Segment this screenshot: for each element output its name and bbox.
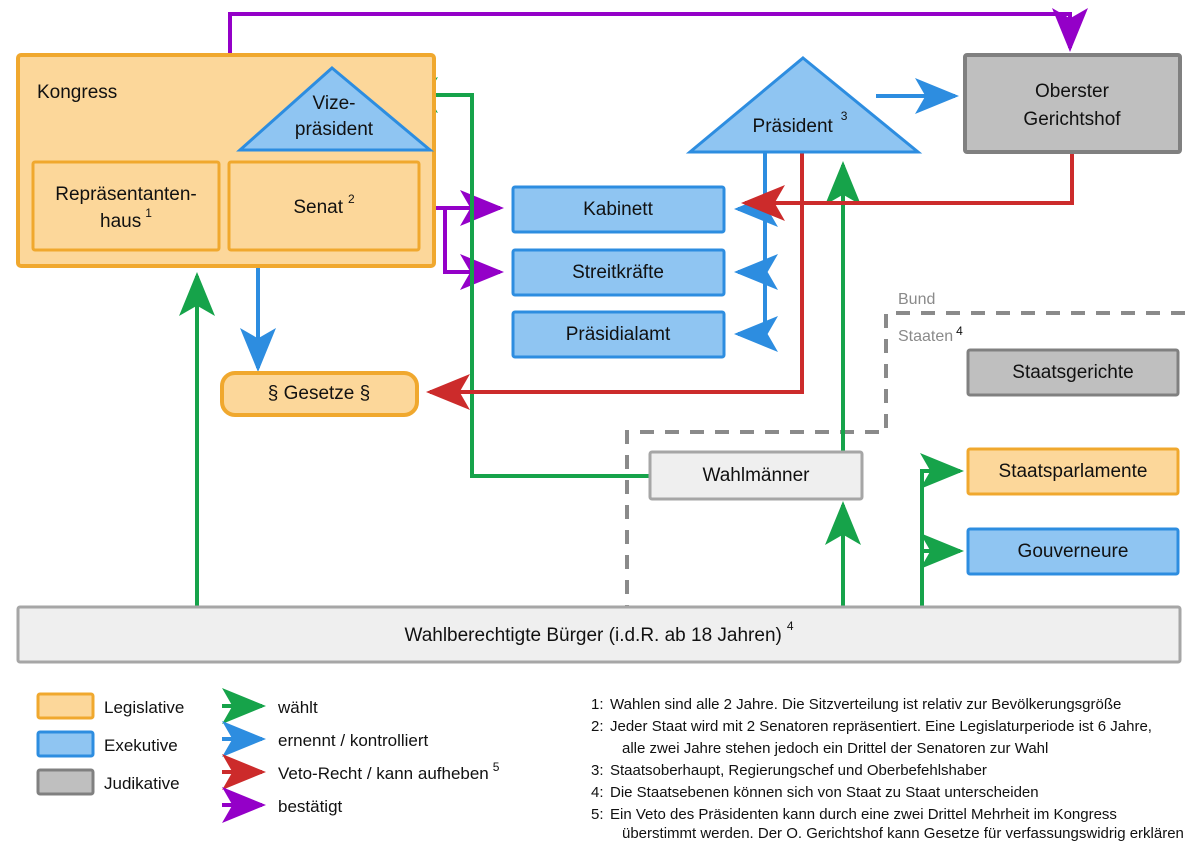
node-gesetze[interactable]: § Gesetze § (220, 371, 419, 417)
footnote-2-line-1: Jeder Staat wird mit 2 Senatoren repräse… (610, 718, 1152, 735)
node-gesetze-label: § Gesetze § (268, 383, 370, 404)
node-oberster-gerichtshof-label-2: Gerichtshof (1023, 109, 1121, 130)
legend-label-bestaetigt: bestätigt (278, 797, 343, 816)
footnote-2-line-2: alle zwei Jahre stehen jedoch ein Dritte… (622, 740, 1048, 757)
svg-text:Staaten4: Staaten 4 (898, 324, 963, 345)
node-gouverneure-label: Gouverneure (1018, 541, 1129, 562)
node-kabinett-label: Kabinett (583, 199, 653, 220)
government-structure-diagram: Bund Staaten4 Kongress Vize- präsident (16, 8, 1185, 842)
node-repraesentantenhaus-label-1: Repräsentanten- (55, 184, 197, 205)
node-repraesentantenhaus-sup: 1 (145, 206, 152, 220)
footnote-5: 5: Ein Veto des Präsidenten kann durch e… (591, 806, 1184, 842)
connector-citizens-to-state-parliaments (920, 453, 964, 608)
legend-item-waehlt: wählt (222, 688, 318, 724)
node-oberster-gerichtshof[interactable]: Oberster Gerichtshof (963, 53, 1182, 154)
node-senat-sup: 2 (348, 192, 355, 206)
node-senat[interactable]: Senat 2 (227, 160, 421, 252)
footnote-2: 2: Jeder Staat wird mit 2 Senatoren repr… (591, 718, 1152, 757)
legend-label-ernennt-kontrolliert: ernennt / kontrolliert (278, 731, 429, 750)
legend-label-veto-recht: Veto-Recht / kann aufheben (278, 764, 489, 783)
footnotes: 1: Wahlen sind alle 2 Jahre. Die Sitzver… (591, 696, 1184, 842)
legend-branches: Legislative Exekutive Judikative (36, 692, 184, 796)
boundary-label-staaten: Staaten (898, 328, 953, 345)
node-praesident-label: Präsident (753, 116, 834, 137)
legend-item-exekutive: Exekutive (36, 730, 178, 758)
node-vizepraesident-label-2: präsident (295, 119, 374, 140)
legend-item-judikative: Judikative (36, 768, 180, 796)
footnote-5-line-1: Ein Veto des Präsidenten kann durch eine… (610, 806, 1117, 823)
footnote-5-num: 5: (591, 806, 604, 823)
node-streitkraefte[interactable]: Streitkräfte (511, 248, 726, 297)
node-repraesentantenhaus-label-2: haus (100, 211, 141, 232)
node-wahlmaenner[interactable]: Wahlmänner (648, 450, 864, 501)
footnote-3: 3: Staatsoberhaupt, Regierungschef und O… (591, 762, 987, 779)
footnote-1-line-1: Wahlen sind alle 2 Jahre. Die Sitzvertei… (610, 696, 1121, 713)
connector-kongress-to-supreme-court (228, 8, 1088, 55)
legend-item-legislative: Legislative (36, 692, 184, 720)
node-repraesentantenhaus[interactable]: Repräsentanten- haus 1 (31, 160, 221, 252)
footnote-2-num: 2: (591, 718, 604, 735)
footnote-1: 1: Wahlen sind alle 2 Jahre. Die Sitzver… (591, 696, 1121, 713)
node-staatsgerichte-label: Staatsgerichte (1012, 362, 1133, 383)
footnote-1-num: 1: (591, 696, 604, 713)
legend-relations: wählt ernennt / kontrolliert Veto-Recht … (222, 688, 500, 823)
node-buerger-label: Wahlberechtigte Bürger (i.d.R. ab 18 Jah… (404, 625, 781, 646)
node-wahlmaenner-label: Wahlmänner (702, 465, 810, 486)
node-staatsparlamente-label: Staatsparlamente (999, 461, 1148, 482)
node-praesident-sup: 3 (841, 109, 848, 123)
node-kongress-label: Kongress (37, 82, 117, 103)
connector-president-to-executive-office (734, 272, 778, 352)
node-praesident[interactable]: Präsident 3 (685, 56, 923, 154)
connector-supreme-court-veto-to-cabinet (741, 152, 1074, 221)
node-senat-label: Senat (293, 197, 343, 218)
boundary-label-bund: Bund (898, 291, 935, 308)
node-buerger-sup: 4 (787, 619, 794, 633)
footnote-4-num: 4: (591, 784, 604, 801)
node-vizepraesident-label-1: Vize- (313, 93, 356, 114)
footnote-4: 4: Die Staatsebenen können sich von Staa… (591, 784, 1039, 801)
legend-label-waehlt: wählt (277, 698, 318, 717)
node-oberster-gerichtshof-label-1: Oberster (1035, 81, 1110, 102)
boundary-label-staaten-sup: 4 (956, 324, 963, 338)
node-praesidialamt-label: Präsidialamt (566, 324, 671, 345)
node-praesidialamt[interactable]: Präsidialamt (511, 310, 726, 359)
node-staatsparlamente[interactable]: Staatsparlamente (966, 447, 1180, 496)
node-kabinett[interactable]: Kabinett (511, 185, 726, 234)
legend-label-judikative: Judikative (104, 774, 180, 793)
node-gouverneure[interactable]: Gouverneure (966, 527, 1180, 576)
legend-label-legislative: Legislative (104, 698, 184, 717)
connector-president-to-armed-forces (734, 209, 778, 290)
node-streitkraefte-label: Streitkräfte (572, 262, 664, 283)
node-wahlberechtigte-buerger[interactable]: Wahlberechtigte Bürger (i.d.R. ab 18 Jah… (16, 605, 1182, 664)
legend-item-bestaetigt: bestätigt (222, 787, 343, 823)
connector-president-to-cabinet (734, 152, 778, 227)
node-staatsgerichte[interactable]: Staatsgerichte (966, 348, 1180, 397)
legend-item-veto-recht: Veto-Recht / kann aufheben 5 (222, 754, 500, 790)
footnote-5-line-2: überstimmt werden. Der O. Gerichtshof ka… (622, 825, 1184, 842)
legend-label-exekutive: Exekutive (104, 736, 178, 755)
footnote-3-num: 3: (591, 762, 604, 779)
footnote-3-line-1: Staatsoberhaupt, Regierungschef und Ober… (610, 762, 987, 779)
legend-label-veto-recht-sup: 5 (493, 760, 500, 774)
diagram-canvas: Bund Staaten4 Kongress Vize- präsident (0, 0, 1200, 842)
svg-text:Veto-Recht / kann aufheben5: Veto-Recht / kann aufheben 5 (278, 760, 500, 783)
legend-item-ernennt-kontrolliert: ernennt / kontrolliert (222, 721, 429, 757)
footnote-4-line-1: Die Staatsebenen können sich von Staat z… (610, 784, 1039, 801)
